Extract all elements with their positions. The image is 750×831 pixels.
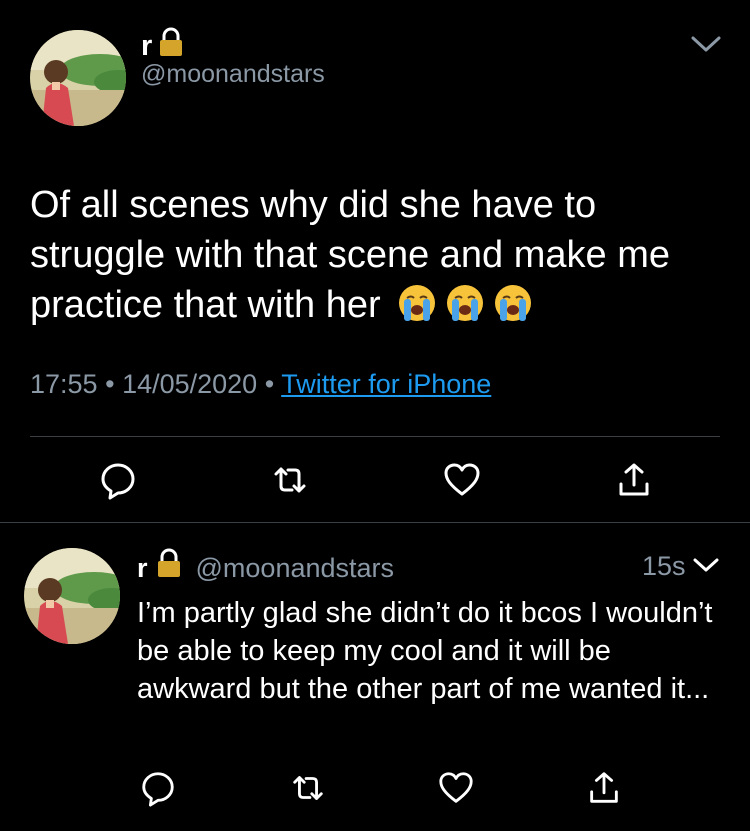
tweet-body: Of all scenes why did she have to strugg… (30, 184, 671, 326)
reply-icon (98, 460, 138, 505)
emoji-group (397, 283, 533, 336)
chevron-down-icon[interactable] (692, 556, 720, 574)
handle[interactable]: @moonandstars (196, 550, 395, 586)
lock-icon (156, 548, 182, 587)
avatar[interactable] (24, 548, 120, 644)
divider (30, 436, 720, 437)
loudly-crying-face-icon (397, 283, 437, 336)
avatar[interactable] (30, 30, 126, 126)
retweet-icon (270, 460, 310, 505)
heart-icon (437, 769, 475, 812)
divider (0, 522, 750, 523)
tweet-time: 17:55 (30, 369, 98, 399)
share-button[interactable] (582, 768, 626, 812)
reply-button[interactable] (96, 460, 140, 504)
meta-separator: • (105, 369, 115, 399)
retweet-icon (289, 769, 327, 812)
tweet-meta: 17:55 • 14/05/2020 • Twitter for iPhone (30, 365, 491, 403)
reply-header: r @moonandstars (137, 548, 394, 587)
retweet-button[interactable] (286, 768, 330, 812)
meta-separator: • (264, 369, 275, 399)
heart-icon (442, 460, 482, 505)
reply-icon (139, 769, 177, 812)
share-icon (614, 460, 654, 505)
display-name[interactable]: r (137, 550, 148, 586)
tweet-text: I’m partly glad she didn’t do it bcos I … (137, 597, 713, 705)
share-icon (585, 769, 623, 812)
share-button[interactable] (612, 460, 656, 504)
retweet-button[interactable] (268, 460, 312, 504)
chevron-down-icon[interactable] (690, 34, 722, 54)
reply-button[interactable] (136, 768, 180, 812)
handle[interactable]: @moonandstars (141, 58, 325, 90)
reply-time: 15s (642, 551, 686, 581)
like-button[interactable] (434, 768, 478, 812)
loudly-crying-face-icon (445, 283, 485, 336)
source-link[interactable]: Twitter for iPhone (281, 369, 491, 399)
loudly-crying-face-icon (493, 283, 533, 336)
like-button[interactable] (440, 460, 484, 504)
tweet-text: Of all scenes why did she have to strugg… (30, 180, 720, 336)
tweet-date: 14/05/2020 (122, 369, 258, 399)
